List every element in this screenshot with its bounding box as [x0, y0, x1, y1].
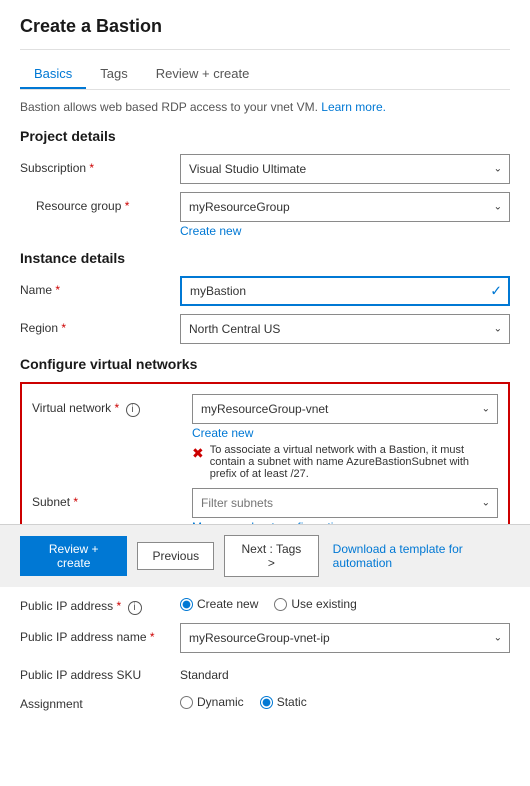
public-ip-sku-static: Standard	[180, 661, 510, 682]
subscription-dropdown[interactable]: Visual Studio Ultimate	[180, 154, 510, 184]
public-ip-name-group: Public IP address name * myResourceGroup…	[20, 623, 510, 653]
public-ip-info-icon[interactable]: i	[128, 601, 142, 615]
next-button[interactable]: Next : Tags >	[224, 535, 319, 577]
region-dropdown[interactable]: North Central US	[180, 314, 510, 344]
public-ip-control: Create new Use existing	[180, 592, 510, 611]
resource-group-dropdown-container: myResourceGroup ⌄	[180, 192, 510, 222]
name-input[interactable]	[180, 276, 510, 306]
region-control: North Central US ⌄	[180, 314, 510, 344]
vnet-group: Virtual network * i myResourceGroup-vnet…	[32, 394, 498, 480]
vnet-error-icon: ✖	[192, 445, 204, 462]
public-ip-label: Public IP address * i	[20, 592, 180, 615]
dynamic-radio[interactable]	[180, 696, 193, 709]
name-control: ✓	[180, 276, 510, 306]
tab-review-create[interactable]: Review + create	[142, 60, 264, 89]
project-details-section: Project details Subscription * Visual St…	[20, 128, 510, 238]
name-input-wrapper: ✓	[180, 276, 510, 306]
resource-group-control: myResourceGroup ⌄ Create new	[180, 192, 510, 238]
public-ip-section: Public IP address Public IP address * i …	[20, 566, 510, 711]
create-new-radio[interactable]	[180, 598, 193, 611]
vnet-dropdown-container: myResourceGroup-vnet ⌄	[192, 394, 498, 424]
subscription-group: Subscription * Visual Studio Ultimate ⌄	[20, 154, 510, 184]
static-radio[interactable]	[260, 696, 273, 709]
use-existing-radio[interactable]	[274, 598, 287, 611]
region-label: Region *	[20, 314, 180, 335]
footer-bar: Review + create Previous Next : Tags > D…	[0, 524, 530, 587]
public-ip-radio-group: Create new Use existing	[180, 592, 510, 611]
static-radio-option[interactable]: Static	[260, 695, 307, 709]
vnet-info-icon[interactable]: i	[126, 403, 140, 417]
project-details-title: Project details	[20, 128, 510, 144]
assignment-label: Assignment	[20, 690, 180, 711]
subscription-control: Visual Studio Ultimate ⌄	[180, 154, 510, 184]
public-ip-sku-label: Public IP address SKU	[20, 661, 180, 682]
region-group: Region * North Central US ⌄	[20, 314, 510, 344]
review-create-button[interactable]: Review + create	[20, 536, 127, 576]
previous-button[interactable]: Previous	[137, 542, 214, 570]
vnet-dropdown[interactable]: myResourceGroup-vnet	[192, 394, 498, 424]
public-ip-name-label: Public IP address name *	[20, 623, 180, 644]
subnet-filter-input[interactable]	[192, 488, 498, 518]
public-ip-name-dropdown[interactable]: myResourceGroup-vnet-ip	[180, 623, 510, 653]
vnet-section-title: Configure virtual networks	[20, 356, 510, 372]
dynamic-radio-option[interactable]: Dynamic	[180, 695, 244, 709]
public-ip-group: Public IP address * i Create new Use exi…	[20, 592, 510, 615]
tab-basics[interactable]: Basics	[20, 60, 86, 89]
page-title: Create a Bastion	[20, 16, 510, 37]
subnet-label: Subnet *	[32, 488, 192, 509]
vnet-error-message: ✖ To associate a virtual network with a …	[192, 444, 498, 480]
region-dropdown-container: North Central US ⌄	[180, 314, 510, 344]
instance-details-section: Instance details Name * ✓ Region * North…	[20, 250, 510, 344]
name-group: Name * ✓	[20, 276, 510, 306]
create-new-radio-option[interactable]: Create new	[180, 597, 258, 611]
instance-details-title: Instance details	[20, 250, 510, 266]
use-existing-radio-option[interactable]: Use existing	[274, 597, 356, 611]
learn-more-link[interactable]: Learn more.	[321, 100, 386, 114]
name-label: Name *	[20, 276, 180, 297]
resource-group-dropdown[interactable]: myResourceGroup	[180, 192, 510, 222]
divider	[20, 49, 510, 50]
resource-group-label: Resource group *	[20, 192, 180, 213]
vnet-create-new-link[interactable]: Create new	[192, 426, 253, 440]
assignment-radio-group: Dynamic Static	[180, 690, 510, 709]
page-description: Bastion allows web based RDP access to y…	[20, 100, 510, 114]
assignment-group: Assignment Dynamic Static	[20, 690, 510, 711]
public-ip-name-control: myResourceGroup-vnet-ip ⌄	[180, 623, 510, 653]
subnet-filter-container: ⌄	[192, 488, 498, 518]
name-check-icon: ✓	[490, 283, 502, 300]
resource-group-create-new-link[interactable]: Create new	[180, 224, 241, 238]
vnet-label: Virtual network * i	[32, 394, 192, 417]
vnet-control: myResourceGroup-vnet ⌄ Create new ✖ To a…	[192, 394, 498, 480]
public-ip-name-dropdown-container: myResourceGroup-vnet-ip ⌄	[180, 623, 510, 653]
public-ip-sku-value: Standard	[180, 661, 510, 682]
tab-bar: Basics Tags Review + create	[20, 60, 510, 90]
public-ip-sku-group: Public IP address SKU Standard	[20, 661, 510, 682]
download-template-link[interactable]: Download a template for automation	[333, 542, 510, 570]
resource-group-group: Resource group * myResourceGroup ⌄ Creat…	[20, 192, 510, 238]
subscription-dropdown-container: Visual Studio Ultimate ⌄	[180, 154, 510, 184]
subscription-label: Subscription *	[20, 154, 180, 175]
tab-tags[interactable]: Tags	[86, 60, 141, 89]
assignment-control: Dynamic Static	[180, 690, 510, 709]
